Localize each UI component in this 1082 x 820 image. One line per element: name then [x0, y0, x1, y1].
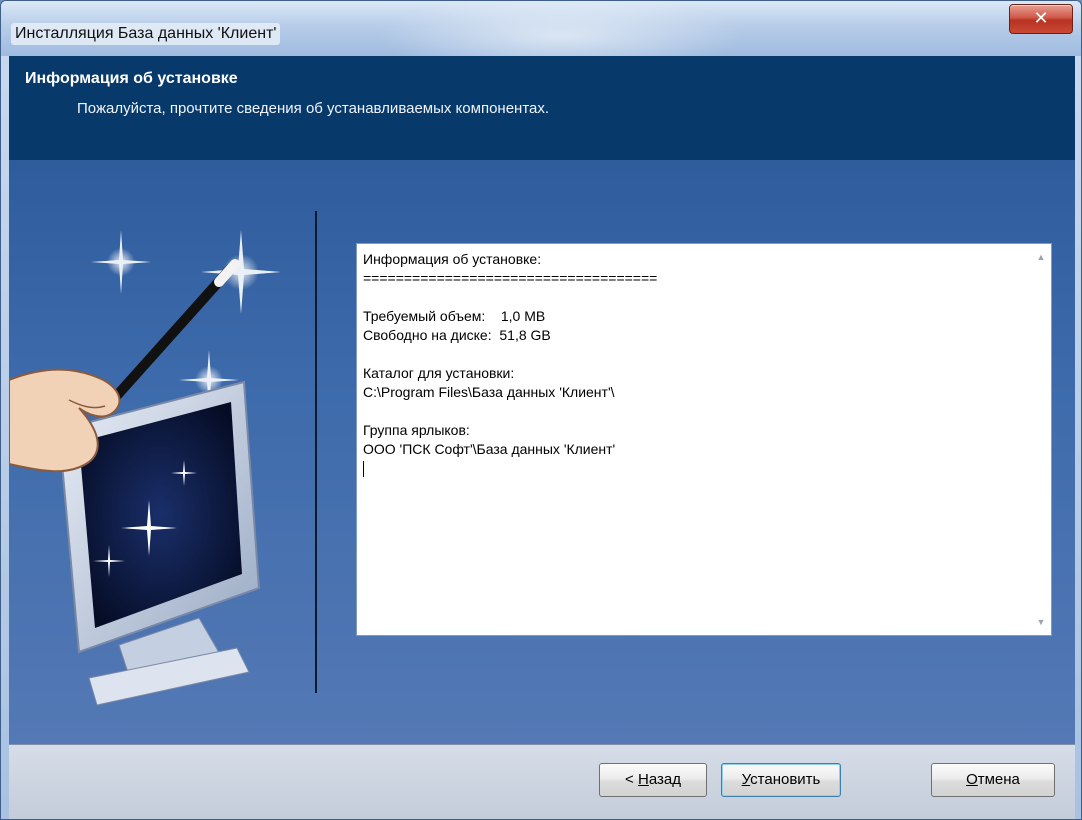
button-bar: < Назад Установить Отмена	[9, 744, 1075, 819]
info-line: Свободно на диске: 51,8 GB	[363, 327, 551, 343]
back-mnemonic: Н	[637, 771, 649, 788]
install-button[interactable]: Установить	[721, 763, 841, 797]
info-line: Требуемый объем: 1,0 MB	[363, 308, 546, 324]
magic-wand-monitor-icon	[9, 230, 281, 706]
install-mnemonic: У	[741, 771, 751, 788]
back-prefix: <	[625, 771, 638, 788]
title-bar[interactable]: Инсталляция База данных 'Клиент' ✕	[1, 1, 1081, 56]
info-line: ООО 'ПСК Софт'\База данных 'Клиент'	[363, 441, 616, 457]
install-label: становить	[750, 771, 821, 788]
back-label: азад	[648, 771, 681, 788]
wizard-header: Информация об установке Пожалуйста, проч…	[9, 56, 1075, 160]
scroll-down-icon[interactable]: ▼	[1036, 617, 1046, 627]
header-title: Информация об установке	[25, 70, 238, 87]
wizard-body: Информация об установке: ===============…	[9, 160, 1075, 744]
vertical-divider	[315, 211, 317, 693]
info-line: Информация об установке:	[363, 251, 542, 267]
info-line	[363, 288, 1023, 307]
close-button[interactable]: ✕	[1009, 4, 1073, 34]
cancel-label: тмена	[977, 771, 1020, 788]
vertical-scrollbar[interactable]: ▲ ▼	[1031, 244, 1051, 635]
scroll-up-icon[interactable]: ▲	[1036, 252, 1046, 262]
close-icon: ✕	[1033, 8, 1049, 28]
info-line	[363, 345, 1023, 364]
cancel-button[interactable]: Отмена	[931, 763, 1055, 797]
install-info-content: Информация об установке: ===============…	[363, 250, 1023, 478]
header-subtitle: Пожалуйста, прочтите сведения об устанав…	[77, 100, 550, 117]
back-button[interactable]: < Назад	[599, 763, 707, 797]
text-caret	[363, 459, 1023, 478]
window-title: Инсталляция База данных 'Клиент'	[11, 23, 281, 45]
info-line: C:\Program Files\База данных 'Клиент'\	[363, 384, 615, 400]
info-line: ====================================	[363, 270, 658, 286]
installer-window: Инсталляция База данных 'Клиент' ✕ Инфор…	[0, 0, 1082, 820]
info-line: Каталог для установки:	[363, 365, 515, 381]
cancel-mnemonic: О	[966, 771, 978, 788]
install-info-textarea[interactable]: Информация об установке: ===============…	[356, 243, 1052, 636]
info-line: Группа ярлыков:	[363, 422, 470, 438]
info-line	[363, 402, 1023, 421]
